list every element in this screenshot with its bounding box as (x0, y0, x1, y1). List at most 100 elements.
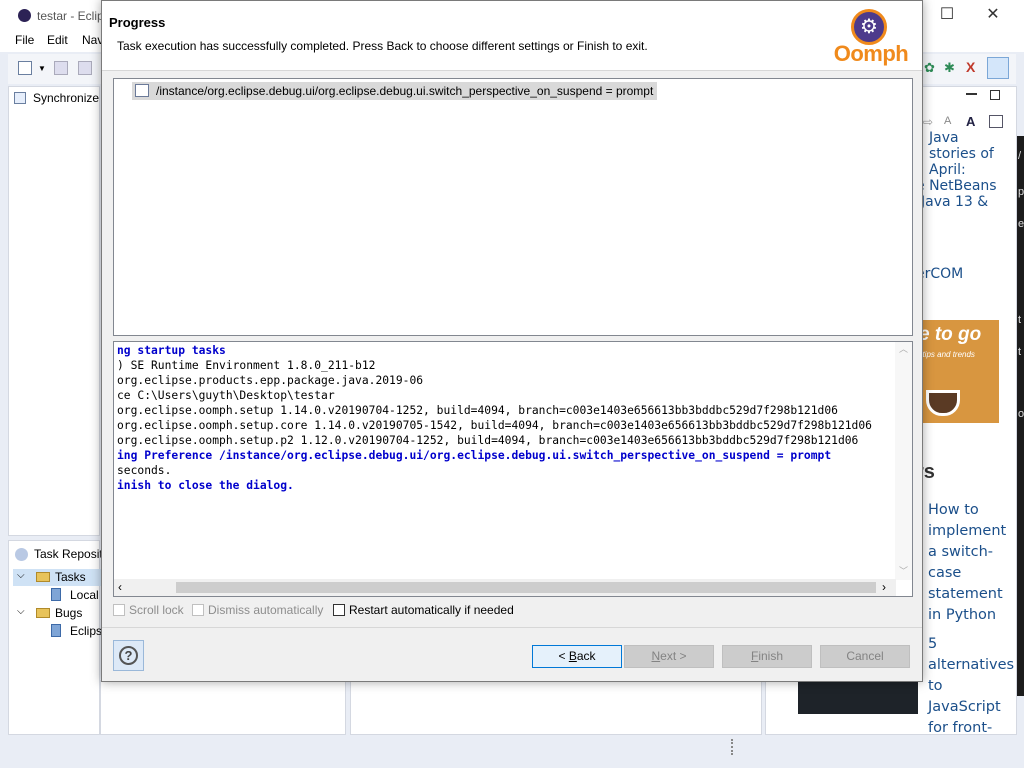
tree-item-bugs[interactable]: Bugs (55, 606, 82, 620)
scroll-lock-checkbox[interactable]: Scroll lock (113, 603, 184, 617)
maximize-button[interactable]: ☐ (924, 4, 970, 26)
scroll-down-icon[interactable]: ﹀ (899, 564, 908, 577)
dismiss-checkbox[interactable]: Dismiss automatically (192, 603, 323, 617)
oomph-logo-text: Oomph (833, 41, 909, 66)
dialog-separator (102, 627, 922, 628)
restart-label: Restart automatically if needed (349, 603, 514, 617)
scroll-up-icon[interactable]: ︿ (899, 342, 908, 355)
dialog-title: Progress (109, 15, 166, 30)
news-banner-image[interactable]: e to go , tips and trends (916, 320, 999, 423)
new-icon[interactable] (18, 61, 32, 75)
news-line[interactable]: e NetBeans (916, 178, 997, 194)
news-line[interactable]: stories of (929, 146, 994, 162)
log-line: ce C:\Users\guyth\Desktop\testar (117, 389, 335, 402)
collapse-icon[interactable]: ⌵ (17, 606, 25, 617)
folder-icon (36, 608, 50, 618)
news-line[interactable]: April: (929, 162, 966, 178)
tree-item-local[interactable]: Local (70, 588, 99, 602)
article-title-1[interactable]: How to implement a switch- case statemen… (928, 500, 1016, 626)
collapse-icon[interactable]: ⌵ (17, 570, 25, 581)
log-line: org.eclipse.oomph.setup 1.14.0.v20190704… (117, 404, 838, 417)
article-line: 5 (928, 636, 938, 652)
back-label: ack (576, 649, 596, 663)
repository-icon (51, 588, 61, 601)
next-button[interactable]: Next > (624, 645, 714, 668)
news-line[interactable]: Java 13 & (921, 194, 988, 210)
synchronize-view: Synchronize (8, 86, 100, 536)
task-row[interactable]: /instance/org.eclipse.debug.ui/org.eclip… (132, 82, 658, 100)
preference-task-icon (135, 84, 149, 97)
eclipse-logo-icon (18, 9, 31, 22)
forward-icon[interactable]: ⇨ (923, 115, 933, 129)
strip-char: t (1018, 314, 1022, 326)
news-line[interactable]: Java (929, 130, 959, 146)
back-button[interactable]: < Back (532, 645, 622, 668)
strip-char: p (1018, 186, 1024, 198)
finish-button[interactable]: Finish (722, 645, 812, 668)
log-line: org.eclipse.oomph.setup.core 1.14.0.v201… (117, 419, 872, 432)
help-button[interactable]: ? (113, 640, 144, 671)
dialog-header: Progress Task execution has successfully… (102, 1, 922, 71)
oomph-logo: ⚙ Oomph (829, 9, 913, 67)
close-window-button[interactable]: ✕ (970, 4, 1016, 26)
checkbox-box[interactable] (192, 604, 204, 616)
strip-char: t (1018, 346, 1022, 358)
cancel-button[interactable]: Cancel (820, 645, 910, 668)
minimize-view-icon[interactable] (966, 93, 977, 95)
synchronize-icon (14, 92, 26, 104)
save-icon[interactable] (54, 61, 68, 75)
status-bar (8, 736, 1016, 760)
toolbar-icon-a[interactable]: ✿ (924, 60, 939, 75)
article-thumbnail[interactable] (798, 681, 918, 714)
task-list[interactable]: /instance/org.eclipse.debug.ui/org.eclip… (113, 78, 913, 336)
log-line: ing Preference /instance/org.eclipse.deb… (117, 449, 832, 462)
news-line[interactable]: erCOM (916, 266, 963, 282)
dismiss-label: Dismiss automatically (208, 603, 324, 617)
toolbar-icon-c[interactable]: X (966, 59, 981, 75)
article-line: How to (928, 502, 979, 518)
dialog-message: Task execution has successfully complete… (117, 39, 648, 53)
checkbox-box[interactable] (113, 604, 125, 616)
log-console[interactable]: ng startup tasks ) SE Runtime Environment… (113, 341, 913, 597)
scroll-left-icon[interactable]: ‹ (118, 580, 122, 594)
horizontal-scrollbar[interactable]: ‹ › (114, 579, 896, 596)
task-row-label: /instance/org.eclipse.debug.ui/org.eclip… (156, 84, 654, 98)
strip-char: e (1018, 218, 1024, 230)
tree-item-eclipse[interactable]: Eclips (70, 624, 102, 638)
window-title: testar - Eclip (37, 9, 104, 23)
task-repo-title[interactable]: Task Reposito (34, 547, 109, 561)
scroll-thumb[interactable] (176, 582, 876, 593)
restart-checkbox[interactable]: Restart automatically if needed (333, 603, 514, 617)
toolbar-icon-b[interactable]: ✱ (944, 60, 959, 75)
progress-dialog: Progress Task execution has successfully… (101, 0, 923, 682)
vertical-scrollbar[interactable]: ︿ ﹀ (895, 342, 912, 580)
synchronize-view-title[interactable]: Synchronize (33, 91, 99, 105)
article-line: case (928, 565, 962, 581)
task-repo-icon (15, 548, 28, 561)
save-all-icon[interactable] (78, 61, 92, 75)
maximize-view-icon[interactable] (990, 90, 1000, 100)
checkbox-box[interactable] (333, 604, 345, 616)
menu-file[interactable]: File (15, 33, 34, 47)
article-line: a switch- (928, 544, 994, 560)
finish-label: inish (758, 649, 784, 663)
banner-word: e to go (919, 324, 982, 345)
dropdown-arrow-icon[interactable]: ▼ (38, 64, 46, 73)
perspective-icon[interactable] (987, 57, 1009, 79)
log-line: org.eclipse.oomph.setup.p2 1.12.0.v20190… (117, 434, 859, 447)
layout-icon[interactable] (989, 115, 1003, 128)
menu-edit[interactable]: Edit (47, 33, 68, 47)
font-larger-icon[interactable]: A (966, 114, 975, 129)
log-line: ) SE Runtime Environment 1.8.0_211-b12 (117, 359, 376, 372)
article-line: implement (928, 523, 1007, 539)
article-title-2[interactable]: 5 alternatives to JavaScript for front- (928, 634, 1016, 739)
scroll-lock-label: Scroll lock (129, 603, 184, 617)
tree-item-tasks[interactable]: Tasks (55, 570, 86, 584)
font-smaller-icon[interactable]: A (944, 115, 951, 127)
log-line: ng startup tasks (117, 344, 226, 357)
status-handle-icon[interactable] (731, 739, 734, 755)
next-mnemonic: N (651, 649, 661, 663)
scroll-right-icon[interactable]: › (882, 580, 886, 594)
log-line: seconds. (117, 464, 172, 477)
help-icon: ? (119, 646, 138, 665)
